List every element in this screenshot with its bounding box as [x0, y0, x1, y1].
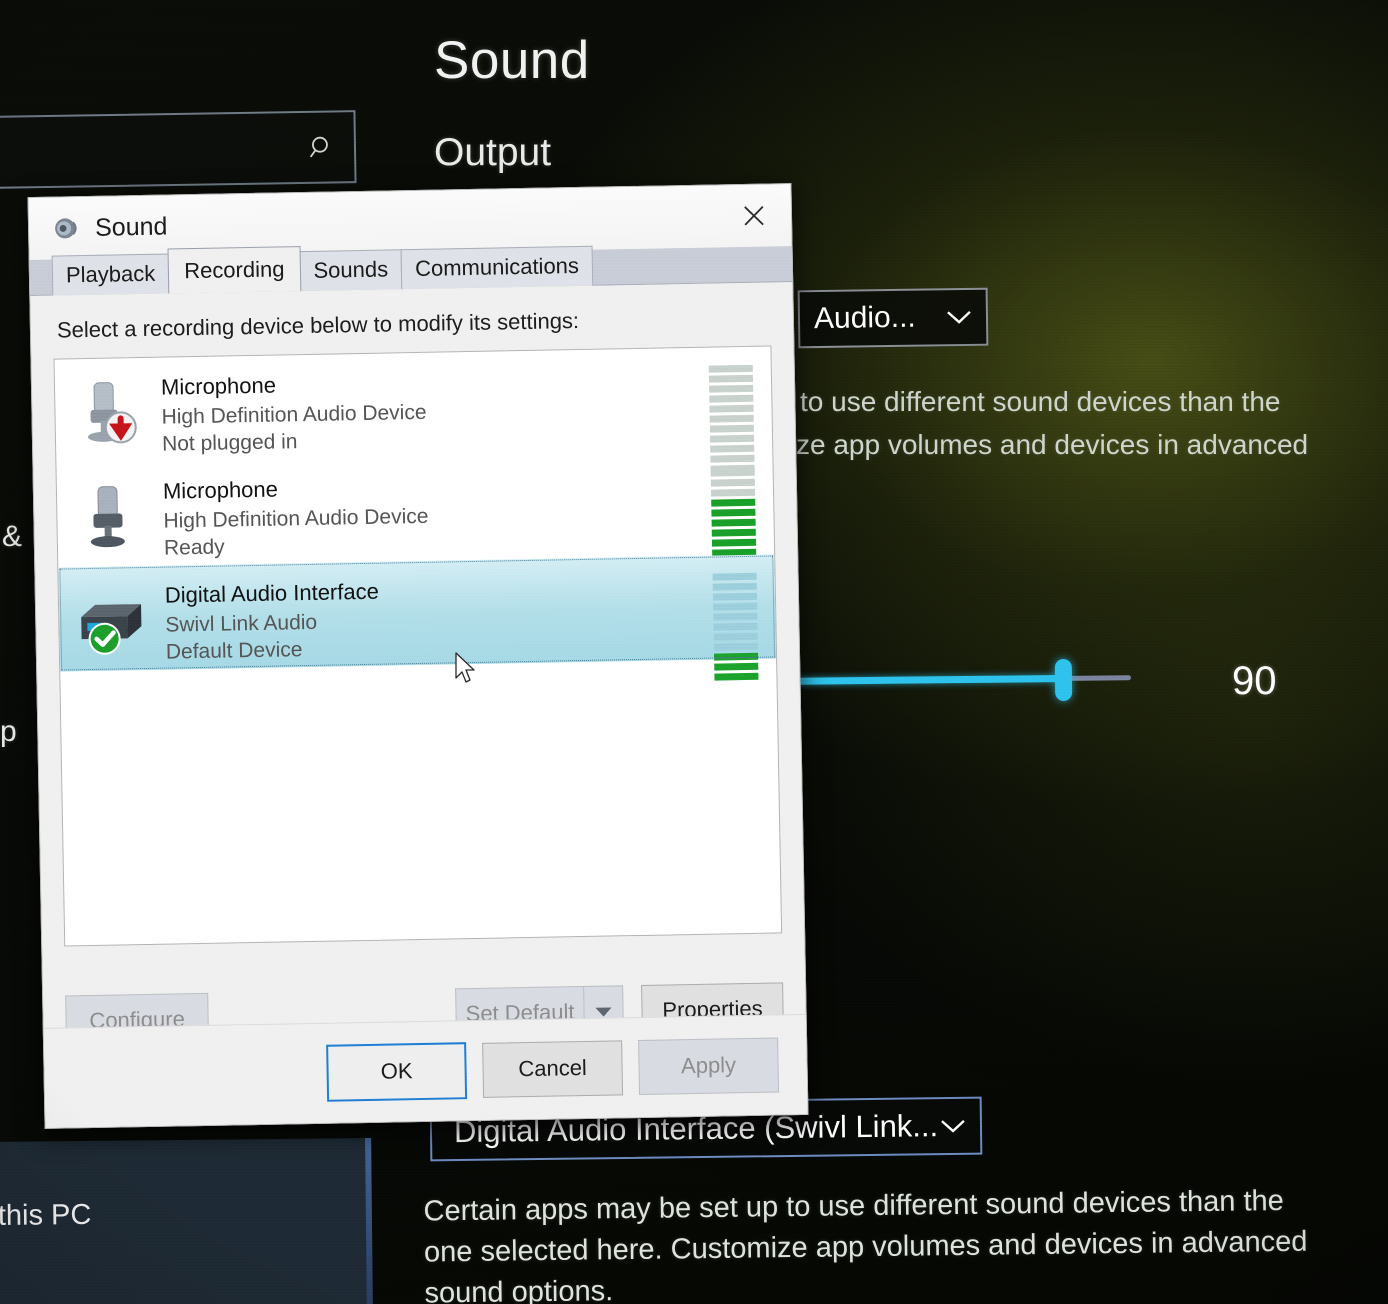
sound-description-paragraph: Certain apps may be set up to use differ…	[423, 1184, 1308, 1304]
recording-device-list[interactable]: Microphone High Definition Audio Device …	[53, 345, 783, 947]
panel-edge	[365, 1138, 373, 1304]
volume-value: 90	[1232, 659, 1277, 703]
table-row[interactable]: Microphone High Definition Audio Device …	[55, 346, 773, 473]
vu-segment	[713, 622, 758, 631]
speaker-icon	[51, 213, 82, 244]
microphone-disabled-icon	[55, 372, 162, 448]
vu-segment	[714, 662, 759, 671]
chevron-down-icon	[938, 1117, 968, 1135]
vu-segment	[712, 572, 757, 581]
vu-segment	[711, 528, 756, 537]
search-input[interactable]	[0, 110, 357, 189]
bottom-left-panel: this PC	[0, 1138, 373, 1304]
vu-meter	[712, 569, 759, 681]
search-icon	[308, 133, 336, 161]
hidden-dropdown-label: Audio...	[813, 300, 916, 336]
microphone-icon	[57, 476, 164, 552]
vu-segment	[711, 538, 757, 547]
audio-interface-default-icon	[59, 580, 166, 656]
vu-segment	[710, 478, 755, 487]
vu-segment	[709, 384, 754, 393]
clipped-description-text: to use different sound devices than the …	[796, 380, 1320, 466]
this-pc-label: this PC	[0, 1198, 92, 1232]
vu-segment	[711, 498, 756, 507]
volume-slider[interactable]	[794, 658, 1135, 702]
vu-segment	[711, 508, 756, 517]
screen-photo: Sound Output & a p Audio... to use diffe…	[0, 0, 1388, 1304]
page-title: Sound	[434, 31, 590, 90]
vu-segment	[714, 672, 759, 681]
ok-button[interactable]: OK	[326, 1042, 468, 1102]
hidden-output-device-dropdown[interactable]: Audio...	[797, 287, 989, 349]
tab-playback[interactable]: Playback	[51, 253, 170, 296]
vu-segment	[713, 612, 758, 621]
vu-segment	[709, 424, 754, 433]
vu-segment	[712, 582, 757, 591]
vu-segment	[711, 488, 756, 497]
sidebar-fragment-amp: &	[2, 520, 23, 553]
vu-segment	[709, 414, 754, 423]
apply-button[interactable]: Apply	[638, 1037, 780, 1095]
vu-segment	[713, 642, 758, 651]
dialog-footer: OK Cancel Apply	[43, 1013, 808, 1128]
dialog-title: Sound	[94, 212, 168, 242]
tab-communications[interactable]: Communications	[400, 245, 594, 290]
output-section-title: Output	[434, 131, 552, 174]
sidebar-fragment-p: p	[0, 715, 17, 748]
vu-segment	[711, 518, 756, 527]
clipped-line-1: to use different sound devices than the	[800, 386, 1281, 417]
volume-slider-fill	[794, 674, 1064, 685]
vu-segment	[709, 404, 754, 413]
table-row[interactable]: Microphone High Definition Audio Device …	[56, 450, 774, 577]
vu-segment	[710, 434, 755, 443]
clipped-line-2: ze app volumes and devices in advanced	[796, 429, 1309, 460]
vu-segment	[713, 602, 758, 611]
vu-segment	[712, 592, 758, 601]
tab-sounds[interactable]: Sounds	[299, 249, 403, 292]
vu-segment	[708, 364, 753, 373]
recording-tab-panel: Select a recording device below to modif…	[30, 282, 808, 1128]
close-icon[interactable]	[716, 184, 791, 247]
vu-segment	[708, 374, 754, 383]
cancel-button[interactable]: Cancel	[482, 1040, 624, 1098]
tab-recording[interactable]: Recording	[167, 245, 301, 294]
vu-segment	[710, 468, 755, 477]
volume-slider-thumb[interactable]	[1054, 658, 1073, 702]
table-row[interactable]: Digital Audio Interface Swivl Link Audio…	[58, 554, 777, 681]
chevron-down-icon	[944, 308, 974, 326]
vu-segment	[714, 652, 759, 661]
vu-segment	[709, 394, 754, 403]
vu-segment	[713, 632, 758, 641]
sound-dialog: Sound Playback Recording Sounds Communic…	[27, 183, 809, 1129]
